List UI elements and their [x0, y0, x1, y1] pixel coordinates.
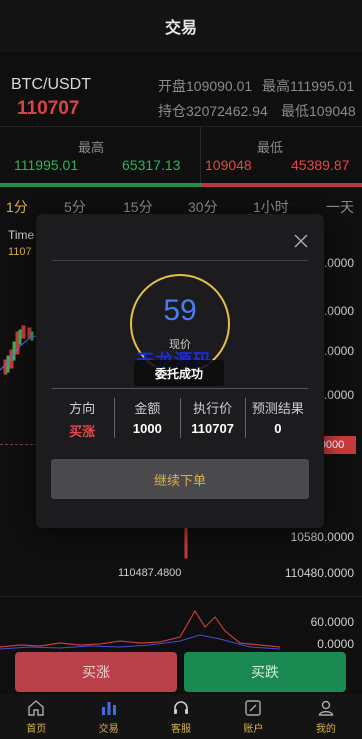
candle: [12, 341, 16, 361]
vol-axis-label: 60.0000: [310, 615, 354, 629]
wallet-icon: [245, 699, 262, 716]
tab-1min[interactable]: 1分: [6, 197, 28, 217]
trading-pair: BTC/USDT: [11, 76, 91, 93]
axis-label: 110480.0000: [284, 566, 354, 580]
buy-up-button[interactable]: 买涨: [15, 652, 177, 692]
divider: [200, 127, 201, 183]
nav-label: 我的: [315, 723, 336, 735]
volume-chart: 60.0000 0.0000: [0, 596, 362, 656]
direction-col: 方向 买涨: [50, 398, 116, 439]
divider: [52, 388, 308, 389]
divider: [52, 260, 308, 261]
amount-col: 金额 1000: [115, 398, 181, 438]
axis-label: 10580.0000: [290, 530, 354, 544]
high-price: 最高111995.01: [262, 78, 355, 94]
candle: [21, 325, 26, 339]
sell-ratio-bar: [202, 183, 362, 187]
nav-profile[interactable]: 我的: [290, 694, 362, 739]
bottom-nav: 首页 交易 客服 账户 我的: [0, 694, 362, 739]
low-marker: 110487.4800: [118, 567, 182, 579]
volume-svg: [0, 609, 281, 650]
nav-label: 交易: [98, 723, 119, 735]
result-col: 预测结果 0: [246, 398, 310, 438]
amount-header: 金额: [134, 401, 161, 416]
nav-trade[interactable]: 交易: [72, 694, 144, 739]
exec-price-col: 执行价 110707: [181, 398, 246, 438]
amount-value: 1000: [132, 421, 162, 436]
buy-ratio-bar: [0, 183, 202, 187]
high-value-1: 111995.01: [14, 157, 79, 173]
result-value: 0: [274, 421, 282, 436]
high-low-panel: 最高 111995.01 65317.13 最低 109048 45389.87: [0, 126, 362, 187]
candle: [6, 355, 10, 373]
high-value-2: 65317.13: [122, 157, 181, 173]
buy-down-button[interactable]: 买跌: [184, 652, 346, 692]
exec-price-value: 110707: [191, 421, 234, 436]
nav-label: 客服: [171, 723, 192, 735]
nav-account[interactable]: 账户: [217, 694, 289, 739]
nav-label: 账户: [243, 723, 264, 735]
direction-value: 买涨: [69, 424, 96, 439]
open-interest: 持仓32072462.94: [158, 103, 268, 119]
volume-ma-line: [0, 609, 281, 648]
exec-price-header: 执行价: [193, 401, 233, 416]
open-price: 开盘109090.01: [158, 78, 253, 94]
headset-icon: [174, 700, 189, 714]
candle: [30, 331, 34, 341]
candle: [18, 329, 22, 345]
low-price: 最低109048: [281, 103, 356, 119]
nav-label: 首页: [26, 723, 47, 735]
home-icon: [28, 699, 44, 716]
high-label: 最高: [78, 140, 105, 155]
user-icon: [318, 700, 334, 716]
countdown-value: 59: [163, 294, 197, 327]
nav-support[interactable]: 客服: [145, 694, 217, 739]
direction-header: 方向: [69, 401, 96, 416]
trade-actions: 买涨 买跌: [0, 652, 362, 694]
order-summary: 方向 买涨 金额 1000 执行价 110707 预测结果 0: [50, 398, 310, 439]
success-toast: 委托成功: [134, 360, 224, 386]
order-result-modal: 59 现价 天龙源码 委托成功 方向 买涨 金额 1000 执行价 110707…: [36, 214, 324, 528]
nav-home[interactable]: 首页: [0, 694, 72, 739]
result-header: 预测结果: [251, 401, 304, 416]
page-title: 交易: [164, 20, 197, 37]
close-icon[interactable]: [294, 234, 308, 248]
low-value-2: 45389.87: [291, 157, 350, 173]
low-label: 最低: [257, 140, 284, 155]
last-price: 110707: [17, 98, 80, 119]
ticker-panel: BTC/USDT 110707 开盘109090.01 最高111995.01 …: [0, 70, 362, 126]
continue-order-button[interactable]: 继续下单: [51, 459, 309, 499]
chart-icon: [101, 701, 116, 715]
vol-axis-label: 0.0000: [317, 637, 354, 651]
app-header: 交易: [0, 0, 362, 52]
low-value-1: 109048: [205, 157, 252, 173]
tab-1day[interactable]: 一天: [326, 197, 354, 217]
